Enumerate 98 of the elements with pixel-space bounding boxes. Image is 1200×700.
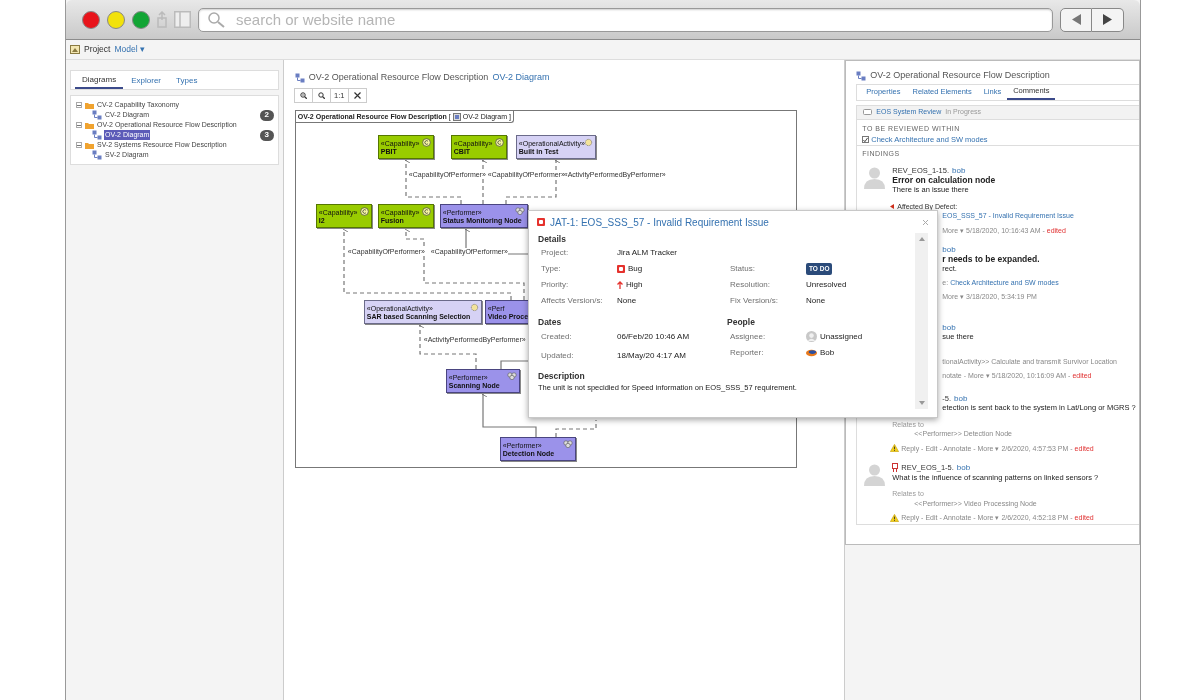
folder-icon — [85, 121, 94, 129]
section-heading: Description — [538, 369, 586, 383]
section-heading: Dates — [538, 315, 563, 329]
section-heading: People — [727, 315, 756, 329]
flag-icon — [892, 463, 899, 473]
warning-icon — [890, 444, 900, 453]
sidebar-icon[interactable] — [174, 11, 191, 28]
folder-icon — [85, 101, 94, 109]
gear-icon — [583, 138, 593, 147]
avatar-icon — [863, 463, 887, 486]
diagram-icon — [294, 73, 305, 83]
diagram-icon — [92, 130, 102, 140]
folder-icon — [85, 141, 94, 149]
close-icon[interactable] — [922, 218, 929, 226]
count-badge: 3 — [259, 129, 274, 141]
dependency-line — [555, 419, 597, 438]
zoom-out-icon — [317, 92, 325, 99]
bug-icon — [617, 264, 625, 273]
capability-icon — [494, 138, 504, 147]
diagram-icon — [92, 110, 102, 120]
field-value: 06/Feb/20 10:46 AM — [617, 330, 691, 343]
diagram-icon — [856, 71, 867, 81]
field-label: Priority: — [541, 278, 570, 291]
connector-line — [500, 360, 530, 370]
arrow-up-icon — [617, 280, 623, 289]
panel-tab[interactable]: Explorer — [124, 72, 169, 89]
field-value: None — [806, 294, 826, 307]
field-value: None — [617, 294, 637, 307]
comment-title: r needs to be expanded. — [942, 253, 1040, 264]
project-icon — [70, 45, 80, 54]
search-icon — [208, 11, 225, 28]
author-link[interactable]: bob — [952, 166, 966, 176]
panel-tab[interactable]: Diagrams — [75, 72, 124, 89]
avatar-icon — [806, 348, 817, 357]
capability-icon — [359, 207, 369, 216]
checkbox[interactable] — [862, 136, 870, 143]
section-heading: Details — [538, 233, 567, 246]
field-value: Unresolved — [806, 278, 847, 291]
scroll-up-icon[interactable] — [918, 237, 925, 241]
warning-icon — [890, 513, 900, 522]
scrollbar[interactable] — [915, 233, 928, 409]
panel-tab[interactable]: Types — [169, 72, 205, 89]
issue-title-link[interactable]: JAT-1: EOS_SSS_57 - Invalid Requirement Issue — [550, 214, 769, 230]
field-label: Fix Version/s: — [730, 294, 779, 307]
person-name: Unassigned — [820, 330, 863, 343]
author-link[interactable]: bob — [956, 463, 971, 473]
comment-title: Error on calculation node — [892, 174, 996, 185]
bug-icon — [537, 218, 545, 226]
avatar-icon — [863, 166, 887, 189]
search-field[interactable]: search or website name — [198, 7, 1053, 32]
zoom-in-icon — [299, 92, 307, 99]
field-label: Affects Version/s: — [541, 294, 604, 307]
field-label: Reporter: — [730, 346, 765, 359]
avatar-icon — [806, 331, 817, 342]
scroll-down-icon[interactable] — [918, 401, 925, 405]
people-icon — [562, 440, 573, 448]
forward-icon — [1103, 14, 1112, 25]
field-label: Type: — [541, 262, 562, 275]
field-value: Jira ALM Tracker — [617, 246, 677, 259]
collapse-toggle[interactable] — [76, 142, 82, 148]
field-label: Resolution: — [730, 278, 772, 291]
back-icon — [1071, 14, 1081, 25]
gear-icon — [469, 303, 479, 312]
model-dropdown[interactable]: Model ▾ — [114, 43, 145, 56]
collapse-icon[interactable] — [890, 203, 895, 209]
field-value: 18/May/20 4:17 AM — [617, 349, 687, 362]
minimize-window-control[interactable] — [107, 10, 125, 29]
back-button[interactable] — [1060, 7, 1092, 32]
capability-icon — [421, 207, 431, 216]
people-icon — [514, 207, 525, 215]
close-window-control[interactable] — [82, 10, 100, 29]
comment-icon — [863, 109, 873, 116]
field-label: Updated: — [541, 349, 575, 362]
fit-icon — [353, 92, 361, 99]
diagram-icon — [92, 150, 102, 160]
field-label: Assignee: — [730, 330, 767, 343]
people-icon — [506, 372, 517, 380]
project-label: Project — [84, 43, 111, 56]
panel-title: OV-2 Operational Resource Flow Description — [870, 69, 1050, 83]
diagram-title: OV-2 Operational Resource Flow Description — [308, 71, 489, 85]
priority-value: High — [626, 278, 643, 291]
collapse-toggle[interactable] — [76, 122, 82, 128]
collapse-toggle[interactable] — [76, 102, 82, 108]
zoom-in-button[interactable] — [293, 88, 313, 103]
issue-type-value: Bug — [628, 262, 643, 275]
author-link[interactable]: bob — [942, 245, 956, 255]
field-label: Project: — [541, 246, 570, 259]
maximize-window-control[interactable] — [132, 10, 150, 29]
field-label: Status: — [730, 262, 756, 275]
diagram-link[interactable]: OV-2 Diagram — [492, 71, 550, 85]
forward-button[interactable] — [1092, 7, 1124, 32]
check-icon — [863, 136, 869, 143]
count-badge: 2 — [259, 109, 274, 121]
field-label: Created: — [541, 330, 573, 343]
person-name: Bob — [820, 346, 835, 359]
capability-icon — [421, 138, 431, 147]
author-link[interactable]: bob — [942, 322, 956, 332]
author-link[interactable]: bob — [954, 393, 968, 403]
